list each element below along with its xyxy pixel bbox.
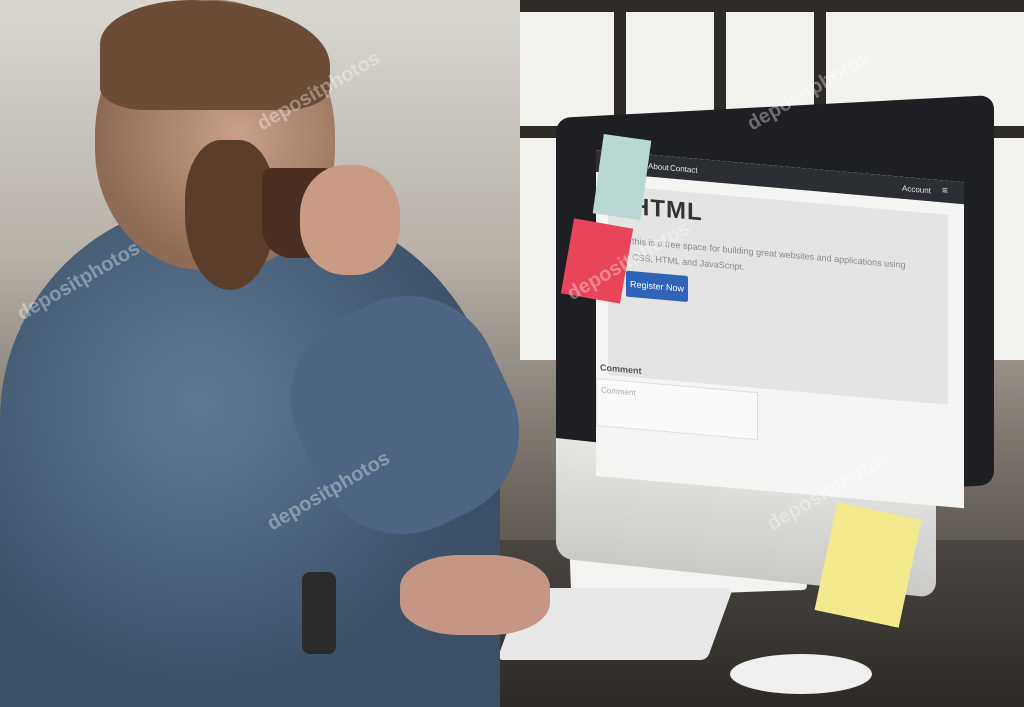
nav-link-contact[interactable]: Contact	[670, 163, 698, 174]
menu-icon[interactable]: ≡	[942, 185, 948, 197]
nav-link-about[interactable]: About	[648, 162, 669, 173]
window-frame	[520, 0, 1024, 12]
monitor-screen: About Contact Account ≡ HTML this is a f…	[596, 150, 964, 509]
mouse[interactable]	[730, 654, 872, 694]
wristwatch	[302, 572, 336, 654]
photo-scene: About Contact Account ≡ HTML this is a f…	[0, 0, 1024, 707]
hand-holding-mug	[300, 165, 400, 275]
hand-on-keyboard	[400, 555, 550, 635]
comment-placeholder: Comment	[601, 385, 636, 398]
comment-input[interactable]: Comment	[596, 378, 758, 441]
register-now-button[interactable]: Register Now	[626, 270, 688, 303]
nav-link-account[interactable]: Account	[902, 184, 931, 196]
